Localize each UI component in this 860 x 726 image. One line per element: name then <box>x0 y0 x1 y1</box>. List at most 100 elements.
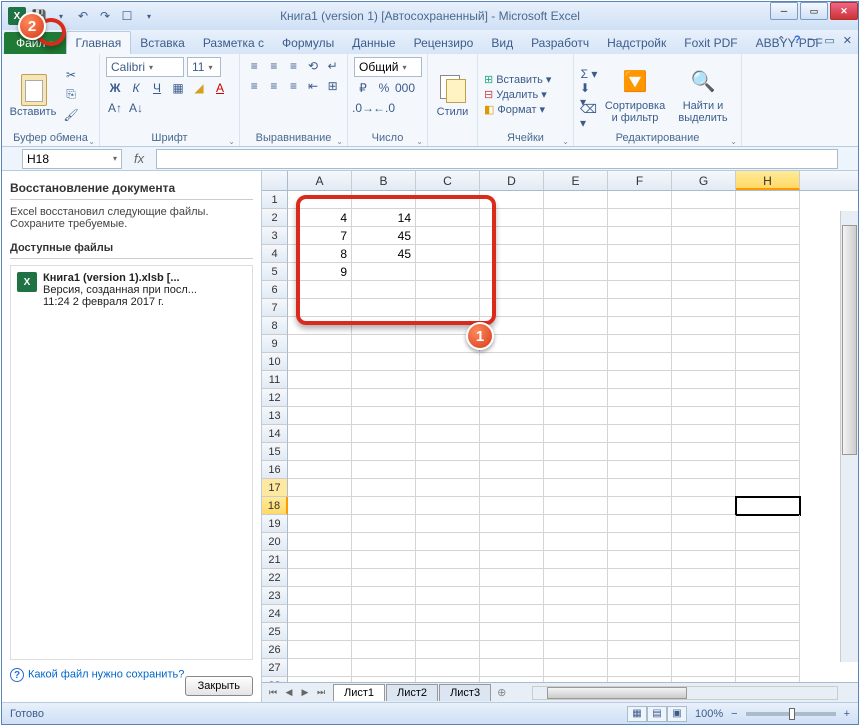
help-icon[interactable]: ? <box>794 34 801 47</box>
cell[interactable] <box>736 353 800 371</box>
cell[interactable] <box>608 605 672 623</box>
zoom-slider[interactable] <box>746 712 836 716</box>
cell[interactable] <box>352 371 416 389</box>
cell[interactable] <box>480 299 544 317</box>
col-header-D[interactable]: D <box>480 171 544 190</box>
cell[interactable]: 45 <box>352 227 416 245</box>
tab-data[interactable]: Данные <box>343 32 404 54</box>
col-header-C[interactable]: C <box>416 171 480 190</box>
cell[interactable] <box>544 263 608 281</box>
cell[interactable] <box>288 317 352 335</box>
row-header[interactable]: 7 <box>262 299 288 317</box>
cell[interactable] <box>608 587 672 605</box>
dec-decimal-icon[interactable]: ←.0 <box>375 99 393 117</box>
cell[interactable] <box>544 371 608 389</box>
cell[interactable] <box>672 659 736 677</box>
doc-minimize-icon[interactable]: ─ <box>809 34 817 47</box>
cell[interactable] <box>544 191 608 209</box>
tab-view[interactable]: Вид <box>482 32 522 54</box>
row-header[interactable]: 25 <box>262 623 288 641</box>
cell[interactable] <box>480 335 544 353</box>
cell[interactable] <box>544 497 608 515</box>
tab-formulas[interactable]: Формулы <box>273 32 343 54</box>
cell[interactable] <box>480 263 544 281</box>
cell[interactable] <box>480 659 544 677</box>
cell[interactable] <box>416 335 480 353</box>
cell[interactable] <box>416 443 480 461</box>
cell[interactable] <box>544 317 608 335</box>
cell[interactable] <box>480 425 544 443</box>
cell[interactable] <box>352 605 416 623</box>
cell[interactable] <box>288 623 352 641</box>
cell[interactable] <box>672 191 736 209</box>
cell[interactable] <box>416 227 480 245</box>
cut-icon[interactable]: ✂ <box>62 66 80 84</box>
cell[interactable] <box>544 641 608 659</box>
tab-review[interactable]: Рецензиро <box>405 32 483 54</box>
cell[interactable] <box>608 479 672 497</box>
save-icon[interactable]: 💾 <box>30 7 48 25</box>
copy-icon[interactable]: ⎘ <box>62 86 80 104</box>
cell[interactable] <box>416 605 480 623</box>
cell[interactable] <box>416 533 480 551</box>
cell[interactable] <box>672 515 736 533</box>
doc-close-icon[interactable]: ✕ <box>843 34 852 47</box>
qat-dropdown-icon[interactable]: ▾ <box>52 7 70 25</box>
row-header[interactable]: 16 <box>262 461 288 479</box>
view-layout-icon[interactable]: ▤ <box>647 706 667 722</box>
cell[interactable] <box>480 605 544 623</box>
cell[interactable] <box>672 317 736 335</box>
cell[interactable] <box>608 443 672 461</box>
col-header-B[interactable]: B <box>352 171 416 190</box>
cell[interactable] <box>480 443 544 461</box>
cell[interactable] <box>544 389 608 407</box>
tab-layout[interactable]: Разметка с <box>194 32 273 54</box>
cell[interactable] <box>288 425 352 443</box>
zoom-in-button[interactable]: + <box>844 708 850 720</box>
cell[interactable] <box>672 425 736 443</box>
cell[interactable] <box>352 569 416 587</box>
cell[interactable] <box>736 425 800 443</box>
number-format-combo[interactable]: Общий <box>354 57 422 77</box>
cell[interactable] <box>672 551 736 569</box>
cell[interactable] <box>288 191 352 209</box>
cell[interactable] <box>416 389 480 407</box>
file-tab[interactable]: Файл▾ <box>4 32 66 54</box>
cell[interactable] <box>416 587 480 605</box>
scrollbar-thumb[interactable] <box>842 225 857 455</box>
vertical-scrollbar[interactable] <box>840 211 858 662</box>
cell[interactable] <box>288 335 352 353</box>
cell[interactable] <box>288 371 352 389</box>
cell[interactable] <box>608 515 672 533</box>
paste-button[interactable]: Вставить <box>8 57 58 132</box>
font-name-combo[interactable]: Calibri <box>106 57 184 77</box>
font-size-combo[interactable]: 11 <box>187 57 221 77</box>
cell[interactable] <box>672 245 736 263</box>
indent-dec-icon[interactable]: ⇤ <box>305 77 322 95</box>
cell[interactable] <box>416 299 480 317</box>
cell[interactable] <box>480 353 544 371</box>
cell[interactable] <box>352 479 416 497</box>
cell[interactable] <box>672 443 736 461</box>
cell[interactable] <box>608 623 672 641</box>
col-header-F[interactable]: F <box>608 171 672 190</box>
cell[interactable] <box>672 587 736 605</box>
cell[interactable] <box>736 263 800 281</box>
cell[interactable] <box>352 443 416 461</box>
cell[interactable] <box>480 515 544 533</box>
cell[interactable] <box>608 551 672 569</box>
cell[interactable] <box>672 299 736 317</box>
sheet-nav-next-icon[interactable]: ▶ <box>298 687 312 698</box>
recovered-file-item[interactable]: X Книга1 (version 1).xlsb [... Версия, с… <box>10 265 253 660</box>
cell[interactable] <box>672 533 736 551</box>
align-bottom-icon[interactable]: ≡ <box>285 57 302 75</box>
cell[interactable] <box>608 641 672 659</box>
cell[interactable] <box>672 479 736 497</box>
row-header[interactable]: 21 <box>262 551 288 569</box>
col-header-H[interactable]: H <box>736 171 800 190</box>
cell[interactable] <box>544 551 608 569</box>
zoom-out-button[interactable]: − <box>731 708 737 720</box>
tab-foxit[interactable]: Foxit PDF <box>675 32 746 54</box>
minimize-button[interactable]: ─ <box>770 2 798 20</box>
view-normal-icon[interactable]: ▦ <box>627 706 647 722</box>
